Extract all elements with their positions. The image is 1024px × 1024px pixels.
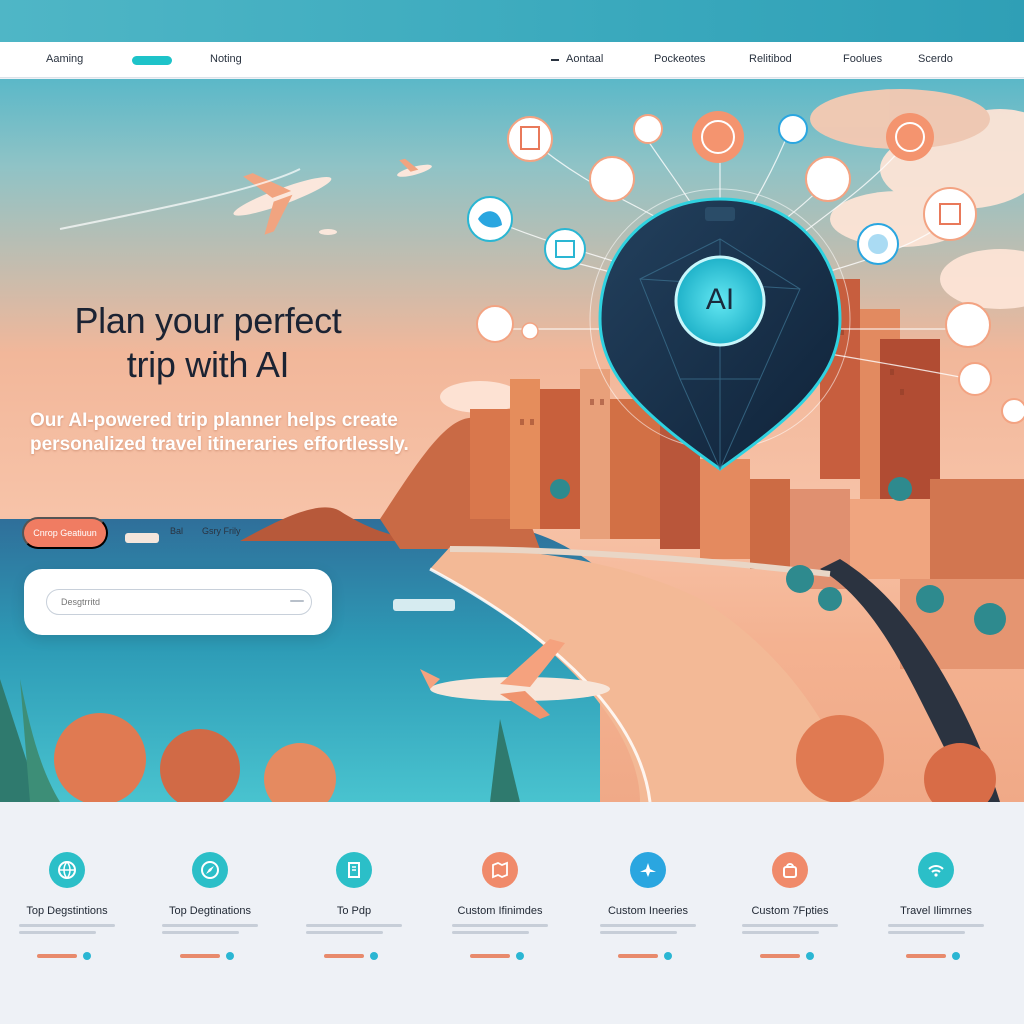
feature-meta — [760, 952, 820, 960]
airplane-sky-large — [233, 173, 332, 235]
plane-icon — [630, 852, 666, 888]
mini-link-2[interactable]: Gsry Frily — [202, 526, 241, 536]
wifi-icon — [918, 852, 954, 888]
nav-link-second[interactable]: Noting — [210, 53, 242, 65]
compass-icon — [192, 852, 228, 888]
feature-description — [19, 924, 115, 938]
feature-description — [742, 924, 838, 938]
map-icon — [482, 852, 518, 888]
feature-meta — [180, 952, 240, 960]
feature-description — [888, 924, 984, 938]
feature-title: To Pdp — [336, 905, 372, 917]
search-options-icon[interactable] — [290, 600, 304, 602]
feature-title: Custom 7Fpties — [751, 905, 829, 917]
hero-subtitle: Our AI-powered trip planner helps create… — [30, 410, 409, 455]
feature-title: Custom Ifinimdes — [457, 905, 543, 917]
feature-description — [600, 924, 696, 938]
feature-meta — [906, 952, 966, 960]
feature-card-1[interactable]: Top Degstintions — [0, 848, 137, 978]
cta-button[interactable]: Cnrop Geatiuun — [22, 517, 108, 549]
nav-link-features[interactable]: Foolues — [843, 53, 882, 65]
hero-title-line1: Plan your perfect — [74, 300, 342, 341]
hero-title: Plan your perfect trip with AI — [18, 299, 398, 387]
features-section: Top Degstintions Top Degtinations To Pdp… — [0, 802, 1024, 1024]
destination-search-input[interactable] — [46, 589, 312, 615]
mini-link-1[interactable]: Bal — [170, 526, 183, 536]
feature-description — [162, 924, 258, 938]
nav-link-search[interactable]: Scerdo — [918, 53, 953, 65]
feature-title: Top Degstintions — [26, 905, 108, 917]
top-navbar: Aaming Noting Aontaal Pockeotes Relitibo… — [0, 42, 1024, 78]
ai-badge: AI — [705, 283, 735, 316]
nav-active-pill[interactable] — [132, 56, 172, 65]
feature-title: Travel Ilimrnes — [900, 905, 972, 917]
search-card — [24, 569, 332, 635]
nav-link-related[interactable]: Relitibod — [749, 53, 792, 65]
nav-link-home[interactable]: Aaming — [46, 53, 83, 65]
feature-meta — [470, 952, 530, 960]
feature-meta — [37, 952, 97, 960]
feature-title: Top Degtinations — [169, 905, 251, 917]
hero-title-line2: trip with AI — [126, 344, 290, 385]
feature-card-3[interactable]: To Pdp — [284, 848, 424, 978]
dash-icon — [551, 59, 559, 61]
feature-meta — [324, 952, 384, 960]
top-banner — [0, 0, 1024, 42]
feature-title: Custom Ineeries — [607, 905, 689, 917]
bag-icon — [772, 852, 808, 888]
feature-meta — [618, 952, 678, 960]
feature-card-2[interactable]: Top Degtinations — [140, 848, 280, 978]
feature-description — [306, 924, 402, 938]
feature-card-7[interactable]: Travel Ilimrnes — [866, 848, 1006, 978]
feature-card-5[interactable]: Custom Ineeries — [578, 848, 718, 978]
globe-icon — [49, 852, 85, 888]
nav-link-pockets[interactable]: Pockeotes — [654, 53, 705, 65]
feature-description — [452, 924, 548, 938]
hero-section: AI Plan your perfect trip with AI Our AI… — [0, 79, 1024, 802]
feature-card-6[interactable]: Custom 7Fpties — [720, 848, 860, 978]
nav-link-about[interactable]: Aontaal — [566, 53, 603, 65]
document-icon — [336, 852, 372, 888]
feature-card-4[interactable]: Custom Ifinimdes — [430, 848, 570, 978]
